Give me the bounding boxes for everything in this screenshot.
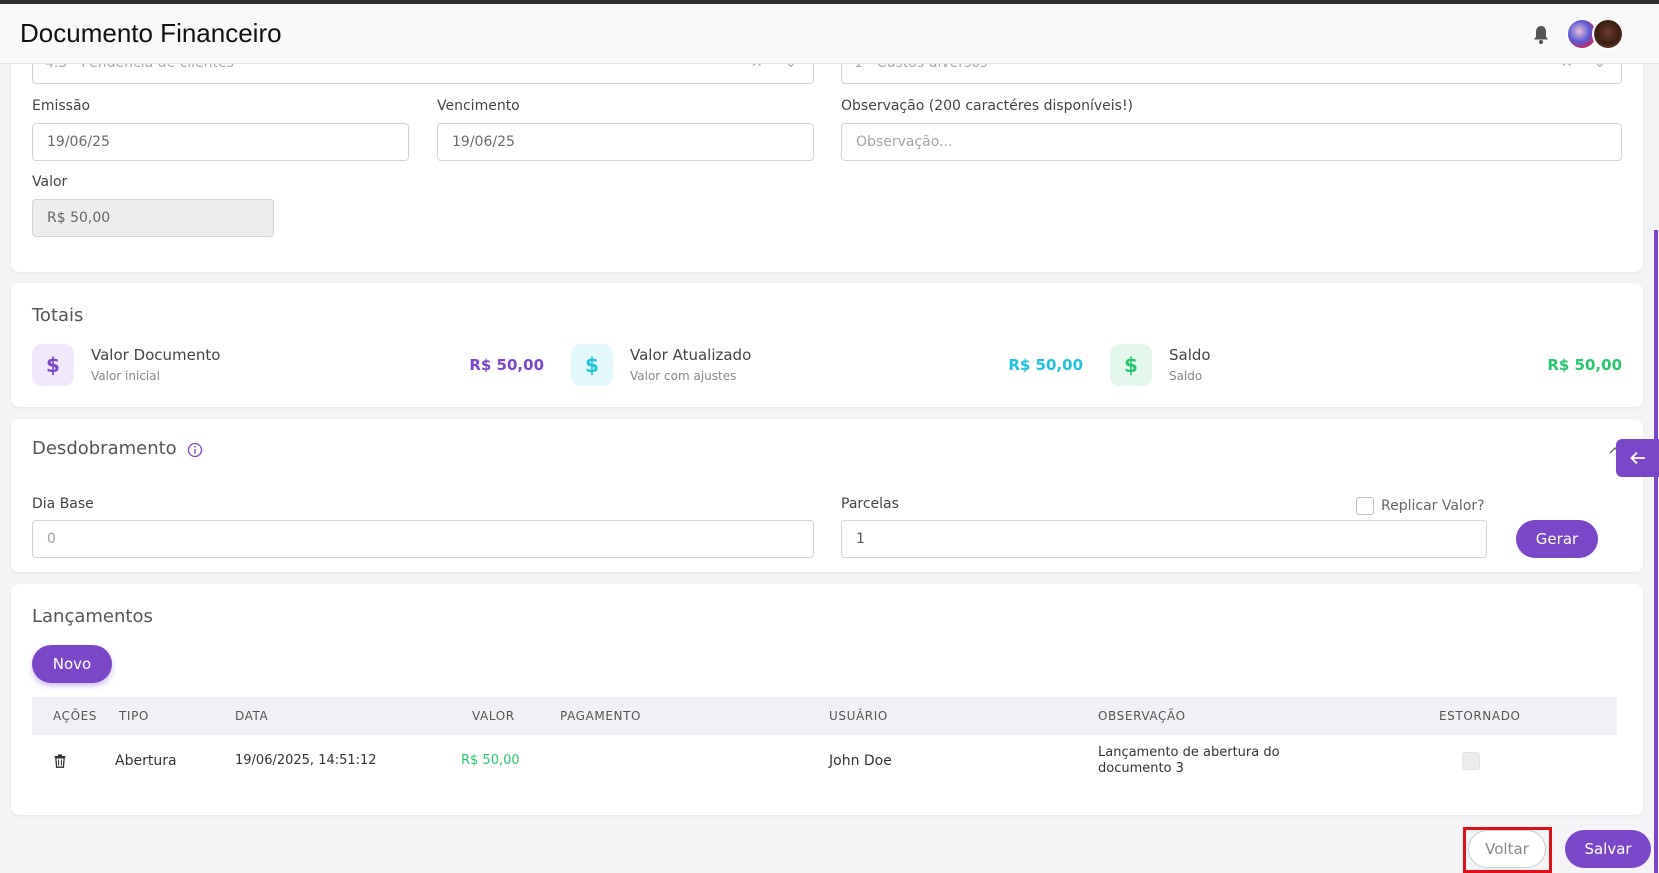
arrow-left-icon — [1629, 451, 1645, 465]
dia-base-field[interactable]: 0 — [32, 520, 814, 558]
page-header: Documento Financeiro — [0, 4, 1659, 64]
total-valor-documento: $ Valor Documento Valor inicial R$ 50,00 — [32, 344, 544, 386]
trash-icon[interactable] — [54, 754, 66, 768]
row-observacao-line: Lançamento de abertura do — [1098, 745, 1280, 760]
total-name: Saldo — [1169, 346, 1211, 364]
total-value: R$ 50,00 — [1008, 356, 1083, 374]
emissao-label: Emissão — [32, 98, 91, 114]
side-panel-toggle[interactable] — [1616, 439, 1659, 477]
total-name: Valor Atualizado — [630, 346, 752, 364]
dollar-icon: $ — [32, 344, 74, 386]
estornado-checkbox — [1462, 752, 1480, 770]
row-observacao-line: documento 3 — [1098, 761, 1184, 776]
totais-title: Totais — [32, 305, 84, 326]
total-name: Valor Documento — [91, 346, 221, 364]
page-title: Documento Financeiro — [20, 18, 282, 48]
scrollbar[interactable] — [1654, 230, 1658, 873]
observacao-label: Observação (200 caractéres disponíveis!) — [841, 98, 1134, 114]
total-value: R$ 50,00 — [1547, 356, 1622, 374]
info-icon[interactable] — [187, 442, 203, 458]
parcelas-field[interactable]: 1 — [841, 520, 1487, 558]
valor-label: Valor — [32, 174, 68, 190]
dollar-icon: $ — [571, 344, 613, 386]
parcelas-label: Parcelas — [841, 496, 899, 512]
desdobramento-title: Desdobramento — [32, 438, 177, 459]
total-valor-atualizado: $ Valor Atualizado Valor com ajustes R$ … — [571, 344, 1083, 386]
total-subtitle: Saldo — [1169, 369, 1203, 383]
row-valor: R$ 50,00 — [461, 753, 520, 768]
dollar-icon: $ — [1110, 344, 1152, 386]
replicar-valor-label: Replicar Valor? — [1381, 498, 1485, 514]
column-header-estornado: ESTORNADO — [1439, 709, 1521, 723]
row-usuario: John Doe — [829, 753, 892, 769]
highlight-box — [1463, 827, 1552, 873]
novo-button[interactable]: Novo — [32, 645, 112, 683]
footer-bar — [0, 825, 1659, 873]
column-header-usuario: USUÁRIO — [829, 709, 888, 723]
replicar-valor-checkbox[interactable] — [1356, 497, 1374, 515]
column-header-acoes: AÇÕES — [53, 709, 98, 723]
gerar-button[interactable]: Gerar — [1516, 520, 1598, 558]
avatar[interactable] — [1592, 18, 1624, 50]
emissao-field[interactable]: 19/06/25 — [32, 123, 409, 161]
dia-base-label: Dia Base — [32, 496, 94, 512]
total-subtitle: Valor com ajustes — [630, 369, 737, 383]
column-header-pagamento: PAGAMENTO — [560, 709, 642, 723]
total-saldo: $ Saldo Saldo R$ 50,00 — [1110, 344, 1622, 386]
total-value: R$ 50,00 — [469, 356, 544, 374]
lancamentos-title: Lançamentos — [32, 606, 153, 627]
column-header-observacao: OBSERVAÇÃO — [1098, 709, 1186, 723]
total-subtitle: Valor inicial — [91, 369, 160, 383]
column-header-data: DATA — [235, 709, 269, 723]
column-header-tipo: TIPO — [119, 709, 149, 723]
salvar-button[interactable]: Salvar — [1565, 830, 1651, 868]
bell-icon[interactable] — [1532, 25, 1550, 45]
row-tipo: Abertura — [115, 753, 177, 769]
observacao-field[interactable]: Observação... — [841, 123, 1622, 161]
valor-field: R$ 50,00 — [32, 199, 274, 237]
row-data: 19/06/2025, 14:51:12 — [235, 753, 377, 768]
column-header-valor: VALOR — [472, 709, 515, 723]
table-header — [32, 697, 1617, 735]
vencimento-field[interactable]: 19/06/25 — [437, 123, 814, 161]
vencimento-label: Vencimento — [437, 98, 520, 114]
